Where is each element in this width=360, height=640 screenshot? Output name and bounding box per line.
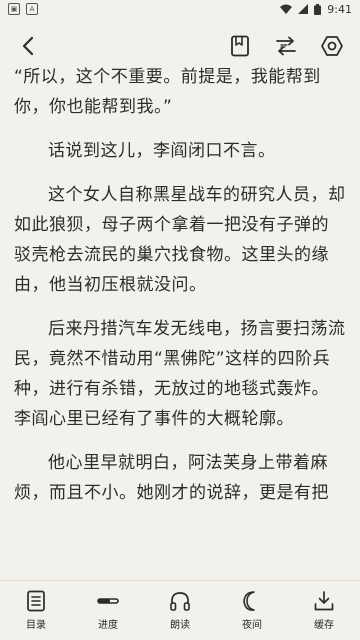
paragraph: 后来丹措汽车发无线电，扬言要扫荡流民，竟然不惜动用“黑佛陀”这样的四阶兵种，进行… <box>14 319 346 429</box>
paragraph: 话说到这儿，李阎闭口不言。 <box>48 141 276 161</box>
status-bar: ▣ A 9:41 <box>0 0 360 18</box>
swap-icon <box>276 36 296 56</box>
progress-button[interactable]: 进度 <box>78 583 138 639</box>
notification-image-icon: ▣ <box>8 3 20 15</box>
read-aloud-label: 朗读 <box>170 620 190 631</box>
progress-icon <box>97 598 119 604</box>
paragraph: 他心里早就明白，阿法芙身上带着麻烦，而且不小。她刚才的说辞，更是有把 <box>14 453 329 503</box>
bookmark-icon <box>231 35 249 57</box>
download-icon <box>314 591 334 611</box>
wifi-icon <box>280 4 293 14</box>
reading-content[interactable]: “所以，这个不重要。前提是，我能帮到你，你也能帮到我。” 话说到这儿，李阎闭口不… <box>14 62 346 580</box>
battery-icon <box>314 3 322 15</box>
cache-label: 缓存 <box>314 620 334 631</box>
bookmark-button[interactable] <box>224 30 256 62</box>
back-button[interactable] <box>12 30 44 62</box>
status-notifications: ▣ A <box>8 3 38 15</box>
settings-button[interactable] <box>316 30 348 62</box>
catalog-button[interactable]: 目录 <box>6 583 66 639</box>
reader-bottom-bar: 目录 进度 朗读 夜间 缓存 <box>0 580 360 640</box>
paragraph: “所以，这个不重要。前提是，我能帮到你，你也能帮到我。” <box>14 67 321 117</box>
night-mode-button[interactable]: 夜间 <box>222 583 282 639</box>
notification-a-icon: A <box>26 3 38 15</box>
cache-button[interactable]: 缓存 <box>294 583 354 639</box>
status-time: 9:41 <box>327 2 352 16</box>
back-arrow-icon <box>22 36 34 56</box>
read-aloud-button[interactable]: 朗读 <box>150 583 210 639</box>
signal-icon <box>298 4 309 14</box>
catalog-label: 目录 <box>26 620 46 631</box>
paragraph: 这个女人自称黑星战车的研究人员，却如此狼狈，母子两个拿着一把没有子弹的驳壳枪去流… <box>14 185 346 295</box>
progress-label: 进度 <box>98 620 118 631</box>
status-indicators: 9:41 <box>280 3 352 16</box>
moon-icon <box>243 591 255 611</box>
switch-source-button[interactable] <box>270 30 302 62</box>
settings-icon <box>321 36 343 56</box>
catalog-icon <box>27 590 45 612</box>
headphones-icon <box>170 592 190 611</box>
night-mode-label: 夜间 <box>242 620 262 631</box>
